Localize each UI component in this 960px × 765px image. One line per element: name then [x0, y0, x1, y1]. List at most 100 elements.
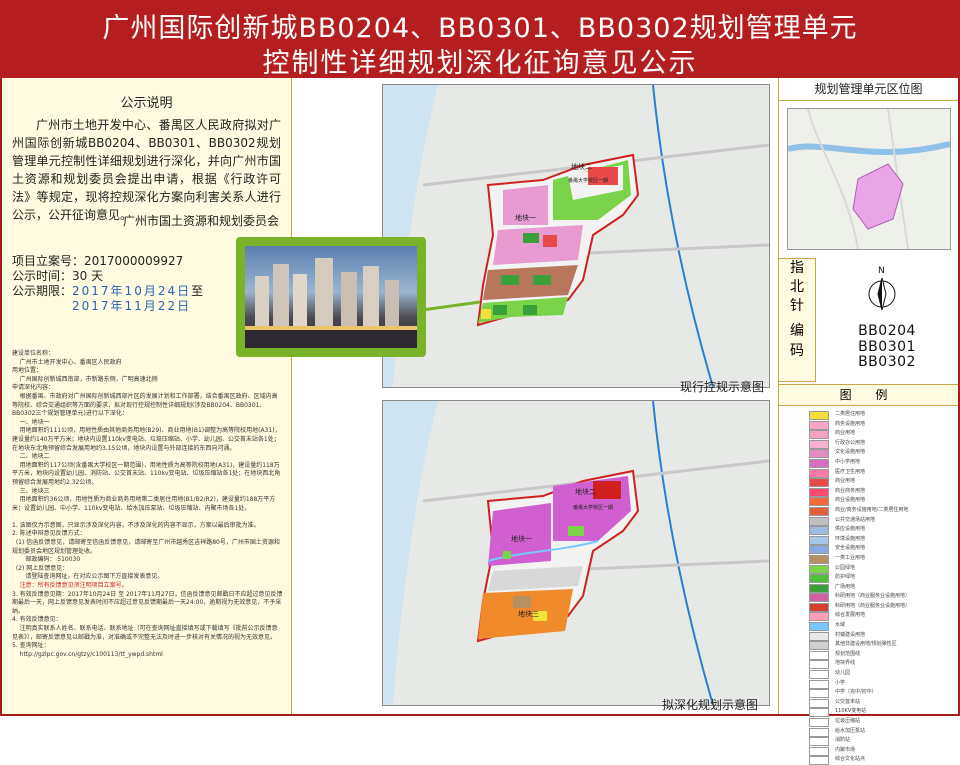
legend-label: 中小学用地	[835, 458, 861, 465]
project-number: 2017000009927	[84, 254, 184, 268]
notice-signature: 广州市国土资源和规划委员会	[122, 214, 279, 228]
current-plan-svg: 地块二 番禺大学校区一期 地块一	[383, 84, 770, 388]
legend-label: 幼儿园	[835, 670, 851, 677]
legend-label: 一类工业用地	[835, 554, 866, 561]
maps-panel: 地块二 番禺大学校区一期 地块一 现行控规示意图 地块二 番禺大学校区一期 地块…	[292, 78, 779, 714]
legend-item: 商业用地	[809, 429, 949, 440]
legend-label: 科研用地（商业服务业设施用地）	[835, 602, 911, 609]
period-from: 2017年10月24日	[72, 284, 192, 298]
legend-item: 医疗卫生用地	[809, 468, 949, 478]
svg-text:N: N	[878, 266, 885, 276]
notice-heading: 公示说明	[120, 96, 173, 111]
legend-item: 防护绿地	[809, 573, 949, 584]
legend-item: 综合发展用地	[809, 611, 949, 622]
duration-row: 公示时间：30 天	[12, 269, 104, 283]
legend-label: 环境设施用地	[835, 535, 866, 542]
legend-label: 村镇建设用地	[835, 631, 866, 638]
legend-item: 广场用地	[809, 583, 949, 593]
legend-item: 商业用地	[809, 477, 949, 488]
legend-item: 内聚市场	[809, 746, 949, 756]
legend-list: 二类居住用地 商务设施用地 商业用地 行政办公用地 文化设施用地 中小学用地 医疗卫生用地商…	[809, 410, 949, 765]
location-map-svg	[788, 109, 950, 249]
application-details: 建设单位名称： 广州市土地开发中心、番禺区人民政府 用地位置： 广州国际创新城西…	[12, 350, 283, 658]
legend-item: 二类居住用地	[809, 410, 949, 420]
label-campus-proposed: 番禺大学校区一期	[573, 504, 613, 511]
location-map	[787, 108, 951, 250]
legend-label: 内聚市场	[835, 746, 856, 753]
legend-item: 小学	[809, 679, 949, 689]
legend-label: 安全设施用地	[835, 545, 866, 552]
legend-item: 综合文化站点	[809, 755, 949, 765]
legend-item: 垃圾压缩站	[809, 717, 949, 727]
legend-label: 公交首末站	[835, 698, 861, 705]
legend-label: 供应设施用地	[835, 526, 866, 533]
legend-item: 给水加压泵站	[809, 727, 949, 737]
legend-item: 商务设施用地	[809, 420, 949, 430]
legend-label: 公园绿地	[835, 564, 856, 571]
legend-label: 综合发展用地	[835, 612, 866, 619]
legend-label: 垃圾压缩站	[835, 718, 861, 724]
legend-label: 防护绿地	[835, 574, 856, 581]
legend-label: 给水加压泵站	[835, 727, 866, 734]
current-plan-map: 地块二 番禺大学校区一期 地块一	[382, 84, 770, 388]
photo-pointer-line	[422, 300, 481, 312]
legend-item: 公园绿地	[809, 564, 949, 574]
legend-item: 科研用地（商业服务业设施用地）	[809, 602, 949, 612]
project-info: 项目立案号：2017000009927 公示时间：30 天 公示期限：2017年…	[12, 254, 203, 314]
legend-label: 小学	[835, 679, 846, 686]
legend-item: 一类工业用地	[809, 554, 949, 564]
legend-label: 商务设施用地	[835, 420, 866, 427]
legend-label: 科研用地（商业服务业设施用地）	[835, 593, 911, 600]
duration-value: 30 天	[72, 269, 104, 283]
compass-label: 指 北 针	[779, 258, 816, 323]
legend-label: 中学（完中/初中）	[835, 689, 877, 696]
north-arrow-icon: N	[868, 266, 896, 311]
buildings-image	[245, 258, 417, 348]
title-line-1: 广州国际创新城BB0204、BB0301、BB0302规划管理单元	[102, 13, 858, 44]
title-banner: 广州国际创新城BB0204、BB0301、BB0302规划管理单元 控制性详细规…	[0, 0, 960, 79]
legend-swatch	[809, 756, 829, 765]
proposed-plan-svg: 地块二 番禺大学校区一期 地块一 地块三	[383, 400, 770, 706]
legend-item: 公共交通场站用地	[809, 516, 949, 526]
label-plot1-proposed: 地块一	[511, 534, 532, 543]
legend-label: 商业设施用地	[835, 497, 866, 504]
legend-item: 村镇建设用地	[809, 631, 949, 641]
legend-label: 商业用地	[835, 478, 856, 485]
label-plot1: 地块一	[515, 213, 536, 222]
legend-label: 其他非建设用地/规划弹性区	[835, 641, 897, 648]
legend-label: 公共交通场站用地	[835, 516, 876, 523]
legend-item: 环境设施用地	[809, 535, 949, 545]
unit-code: BB0301	[858, 338, 916, 355]
label-plot3-proposed: 地块三	[518, 609, 539, 618]
legend-label: 规划范围线	[835, 650, 861, 657]
period-to: 2017年11月22日	[72, 299, 192, 313]
legend-label: 110KV变电站	[835, 708, 867, 715]
rendering-photo-frame	[236, 237, 426, 357]
legend-label: 行政办公用地	[835, 439, 866, 446]
period-row-2: 2017年11月22日	[12, 299, 203, 314]
period-row: 公示期限：2017年10月24日至	[12, 284, 204, 298]
legend-label: 广场用地	[835, 583, 856, 590]
legend-label: 地块界线	[835, 660, 856, 667]
legend-item: 供应设施用地	[809, 525, 949, 536]
legend-label: 商业商务用地	[835, 487, 866, 494]
label-campus: 番禺大学校区一期	[568, 177, 608, 184]
legend-item: 商业商务用地	[809, 487, 949, 497]
legend-item: 行政办公用地	[809, 439, 949, 449]
legend-item: 消防站	[809, 736, 949, 747]
unit-code: BB0204	[858, 323, 916, 339]
rendering-photo	[245, 246, 417, 348]
legend-item: 水域	[809, 621, 949, 632]
legend-label: 消防站	[835, 737, 851, 744]
legend-label: 商业用地	[835, 430, 856, 437]
code-label: 编 码	[779, 321, 816, 382]
legend-label: 二类居住用地	[835, 411, 866, 417]
legend-item: 公交首末站	[809, 698, 949, 708]
legend-panel: 规划管理单元区位图 指 北 针 N 编 码 BB0204 BB0301 BB03…	[779, 78, 958, 765]
project-number-row: 项目立案号：2017000009927	[12, 254, 184, 268]
fine-print-warning: 注意：所有反馈意见须注明项目立案号。	[12, 582, 128, 590]
legend-item: 幼儿园	[809, 669, 949, 680]
notice-panel: 公示说明 广州市土地开发中心、番禺区人民政府拟对广州国际创新城BB0204、BB…	[2, 78, 292, 714]
legend-item: 商业/商务设施用地/二类居住用地	[809, 506, 949, 516]
legend-title: 图 例	[779, 384, 958, 406]
